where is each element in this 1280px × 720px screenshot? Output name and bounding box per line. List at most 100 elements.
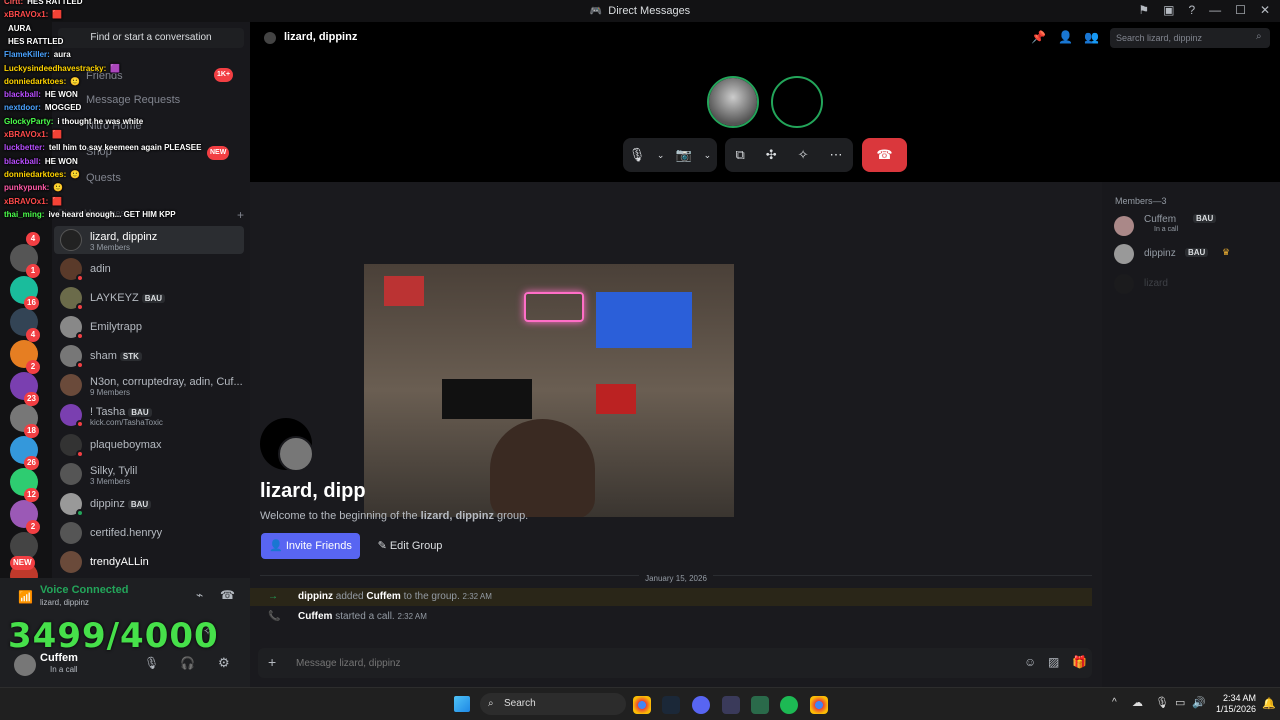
maximize-button[interactable]: ☐	[1235, 3, 1246, 17]
tray-chevron-icon[interactable]: ^	[1112, 697, 1117, 708]
dm-item[interactable]: LAYKEYZ BAU	[54, 284, 244, 312]
search-icon: ⌕	[1256, 31, 1262, 42]
headphones-icon[interactable]: 🎧	[180, 656, 195, 670]
member-item[interactable]: dippinz BAU ♛	[1114, 244, 1274, 268]
dm-item[interactable]: adin	[54, 255, 244, 283]
screen-icon[interactable]: ▣	[1163, 3, 1174, 17]
member-list-icon[interactable]: 👥	[1084, 30, 1099, 44]
avatar	[60, 258, 84, 282]
message-actor[interactable]: Cuffem	[298, 611, 332, 622]
mic-tray-icon[interactable]: 🎙	[1155, 696, 1169, 709]
header-search-input[interactable]: Search lizard, dippinz	[1110, 28, 1270, 48]
invite-friends-button[interactable]: 👤 Invite Friends	[261, 533, 360, 559]
network-icon[interactable]: ▭	[1175, 696, 1185, 709]
dm-item[interactable]: trendyALLin	[54, 548, 244, 576]
dm-item[interactable]: certifed.henryy	[54, 519, 244, 547]
dm-name: N3on, corruptedray, adin, Cuf...	[90, 375, 243, 388]
participant-avatar-cuffem[interactable]	[707, 76, 759, 128]
dm-item[interactable]: lizard, dippinz 3 Members	[54, 226, 244, 254]
taskbar-search[interactable]: ⌕ Search	[480, 693, 626, 715]
group-icon	[264, 32, 276, 44]
nav-message-requests-label: Message Requests	[86, 94, 181, 106]
dm-name: Silky, Tylil	[90, 464, 138, 477]
avatar	[60, 493, 84, 517]
add-attachment-icon[interactable]: +	[268, 654, 276, 670]
activity-controls[interactable]: ⧉ ✣ ✧ ⋯	[725, 138, 853, 172]
leave-call-button[interactable]: ☎	[862, 138, 907, 172]
active-app-icon[interactable]	[751, 696, 769, 714]
noise-suppression-icon[interactable]: ⌁	[196, 588, 203, 602]
cloud-icon[interactable]: ☁	[1132, 696, 1143, 709]
dm-search-input[interactable]: Find or start a conversation	[58, 28, 244, 48]
dm-item[interactable]: Emilytrapp	[54, 313, 244, 341]
settings-icon[interactable]: ⚙	[218, 655, 230, 671]
microphone-icon[interactable]: 🎙	[629, 147, 646, 163]
message-target[interactable]: Cuffem	[366, 591, 400, 602]
gift-icon[interactable]: 🎁	[1072, 655, 1087, 669]
nav-message-requests[interactable]: Message Requests	[58, 88, 244, 112]
server-badge: 16	[24, 296, 39, 310]
member-name: dippinz	[1144, 248, 1176, 259]
gif-icon[interactable]: ▨	[1048, 655, 1059, 669]
dm-item[interactable]: dippinz BAU	[54, 490, 244, 518]
voice-connected-panel: 📶 Voice Connected lizard, dippinz ⌁ ☎	[0, 578, 250, 618]
dm-item[interactable]: sham STK	[54, 342, 244, 370]
avatar	[60, 522, 82, 544]
user-avatar[interactable]	[14, 654, 36, 676]
inbox-icon[interactable]: ⚑	[1138, 3, 1149, 17]
chevron-down-icon[interactable]: ⌄	[704, 150, 712, 161]
microphone-icon[interactable]: 🎙	[144, 656, 159, 670]
channel-name: lizard, dippinz	[284, 31, 358, 43]
activities-icon[interactable]: ✣	[766, 147, 777, 163]
dm-section-header: Direct Messages +	[58, 208, 244, 222]
create-dm-button[interactable]: +	[237, 208, 244, 222]
avatar	[60, 316, 84, 340]
nav-friends-label: Friends	[86, 70, 123, 82]
soundboard-icon[interactable]: ✧	[798, 147, 809, 163]
window-title: Direct Messages	[608, 5, 691, 17]
start-icon[interactable]	[454, 696, 470, 712]
avatar	[1114, 244, 1134, 264]
message-actor[interactable]: dippinz	[298, 591, 333, 602]
dm-item[interactable]: plaqueboymax	[54, 431, 244, 459]
chrome-icon[interactable]	[810, 696, 828, 714]
spotify-icon[interactable]	[780, 696, 798, 714]
nav-nitro-home[interactable]: Nitro Home	[58, 114, 244, 138]
steam-icon[interactable]	[662, 696, 680, 714]
screen-share-icon[interactable]: ⧉	[735, 147, 744, 163]
app-icon[interactable]	[722, 696, 740, 714]
search-icon: ⌕	[488, 698, 494, 709]
member-list: Members—3 Cuffem BAU In a call dippinz B…	[1102, 182, 1280, 687]
dm-item[interactable]: N3on, corruptedray, adin, Cuf... 9 Member…	[54, 371, 244, 399]
close-button[interactable]: ✕	[1260, 3, 1270, 17]
member-item[interactable]: Cuffem BAU In a call	[1114, 214, 1274, 242]
chevron-down-icon[interactable]: ⌄	[657, 150, 665, 161]
pin-icon[interactable]: 📌	[1031, 30, 1046, 44]
more-icon[interactable]: ⋯	[830, 147, 843, 163]
participant-avatar-dippinz[interactable]	[771, 76, 823, 128]
edit-group-button[interactable]: ✎ Edit Group	[370, 533, 450, 559]
chrome-icon[interactable]	[633, 696, 651, 714]
camera-off-icon[interactable]: 📷	[676, 147, 692, 163]
chat-content: lizard, dipp Welcome to the beginning of…	[250, 182, 1102, 687]
nav-quests[interactable]: Quests	[58, 166, 244, 190]
volume-icon[interactable]: 🔊	[1192, 696, 1206, 709]
minimize-button[interactable]: —	[1209, 3, 1221, 17]
discord-icon[interactable]	[692, 696, 710, 714]
dm-name: trendyALLin	[90, 556, 149, 568]
disconnect-icon[interactable]: ☎	[220, 588, 235, 602]
help-icon[interactable]: ?	[1188, 3, 1195, 17]
notification-icon[interactable]: 🔔	[1262, 697, 1276, 710]
pencil-icon: ✎	[377, 540, 387, 552]
member-item[interactable]: lizard	[1114, 274, 1274, 298]
dm-name: dippinz	[90, 498, 125, 510]
avatar	[60, 463, 82, 485]
message-input[interactable]	[296, 654, 976, 672]
add-member-icon[interactable]: 👤	[1058, 30, 1073, 44]
mic-control[interactable]: 🎙 ⌄ 📷 ⌄	[623, 138, 717, 172]
dm-item[interactable]: ! Tasha BAU kick.com/TashaToxic	[54, 401, 244, 429]
emoji-icon[interactable]: ☺	[1024, 655, 1036, 669]
dm-item[interactable]: Silky, Tylil 3 Members	[54, 460, 244, 488]
clock[interactable]: 2:34 AM 1/15/2026	[1210, 693, 1256, 715]
step-counter: 3499/4000	[8, 616, 219, 656]
